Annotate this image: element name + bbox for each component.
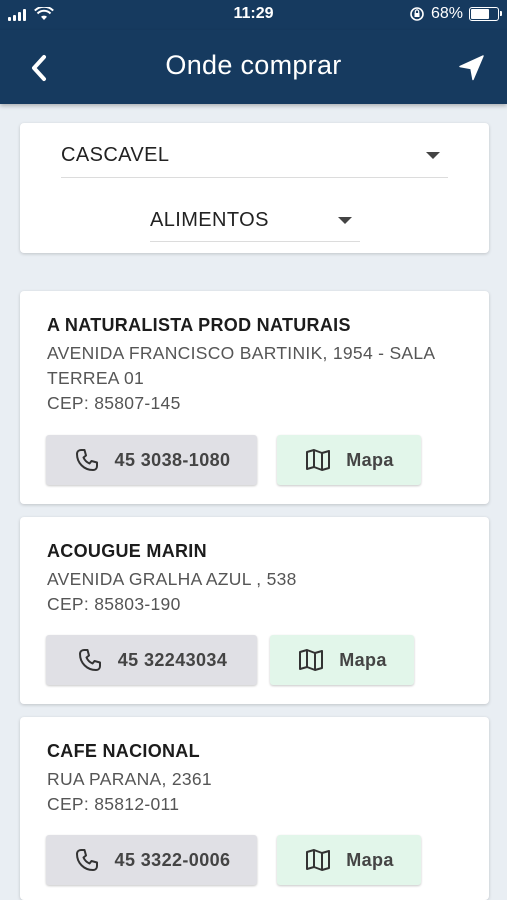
store-name: CAFE NACIONAL bbox=[47, 741, 200, 761]
phone-icon bbox=[75, 449, 98, 471]
map-label: Mapa bbox=[346, 849, 394, 870]
map-icon bbox=[306, 449, 331, 471]
phone-number: 45 3322-0006 bbox=[114, 849, 231, 870]
orientation-lock-icon bbox=[410, 7, 424, 21]
map-button[interactable]: Mapa bbox=[277, 835, 421, 885]
map-icon bbox=[299, 649, 324, 671]
store-cep: CEP: 85812-011 bbox=[47, 794, 180, 814]
store-card: A NATURALISTA PROD NATURAIS AVENIDA FRAN… bbox=[20, 291, 489, 504]
battery-fill bbox=[471, 9, 489, 19]
store-name: ACOUGUE MARIN bbox=[47, 541, 207, 561]
map-icon bbox=[306, 849, 331, 871]
phone-number: 45 3038-1080 bbox=[114, 449, 231, 470]
battery-percent: 68% bbox=[430, 5, 463, 22]
store-address-line: AVENIDA FRANCISCO BARTINIK, 1954 - SALA bbox=[47, 343, 436, 363]
filter-card: CASCAVEL ALIMENTOS bbox=[20, 123, 489, 253]
store-address: RUA PARANA, 2361 CEP: 85812-011 bbox=[47, 767, 467, 817]
map-label: Mapa bbox=[339, 649, 387, 670]
battery-icon bbox=[469, 7, 502, 21]
store-cep: CEP: 85803-190 bbox=[47, 594, 181, 614]
store-address: AVENIDA FRANCISCO BARTINIK, 1954 - SALA … bbox=[47, 341, 467, 416]
city-select-value: CASCAVEL bbox=[61, 144, 170, 166]
store-card: ACOUGUE MARIN AVENIDA GRALHA AZUL , 538 … bbox=[20, 517, 489, 704]
map-button[interactable]: Mapa bbox=[270, 635, 414, 685]
call-button[interactable]: 45 3322-0006 bbox=[46, 835, 257, 885]
store-name: A NATURALISTA PROD NATURAIS bbox=[47, 315, 351, 335]
map-label: Mapa bbox=[346, 449, 394, 470]
map-button[interactable]: Mapa bbox=[277, 435, 421, 485]
caret-down-icon bbox=[338, 217, 352, 224]
location-button[interactable] bbox=[453, 50, 489, 86]
status-bar: 11:29 68% bbox=[0, 0, 507, 30]
store-card: CAFE NACIONAL RUA PARANA, 2361 CEP: 8581… bbox=[20, 717, 489, 900]
store-address-line: TERREA 01 bbox=[47, 368, 145, 388]
store-address-line: AVENIDA GRALHA AZUL , 538 bbox=[47, 569, 297, 589]
call-button[interactable]: 45 3038-1080 bbox=[46, 435, 257, 485]
phone-icon bbox=[78, 649, 101, 671]
phone-icon bbox=[75, 849, 98, 871]
app-bar: Onde comprar bbox=[0, 30, 507, 104]
status-right: 68% bbox=[409, 5, 502, 23]
store-address: AVENIDA GRALHA AZUL , 538 CEP: 85803-190 bbox=[47, 567, 467, 617]
store-address-line: RUA PARANA, 2361 bbox=[47, 769, 212, 789]
phone-number: 45 32243034 bbox=[117, 649, 228, 670]
page-title: Onde comprar bbox=[165, 50, 342, 80]
category-select-value: ALIMENTOS bbox=[150, 209, 269, 231]
category-select[interactable]: ALIMENTOS bbox=[150, 209, 360, 242]
city-select[interactable]: CASCAVEL bbox=[61, 144, 448, 178]
call-button[interactable]: 45 32243034 bbox=[46, 635, 257, 685]
navigation-arrow-icon bbox=[459, 55, 484, 81]
caret-down-icon bbox=[426, 152, 440, 159]
store-cep: CEP: 85807-145 bbox=[47, 393, 181, 413]
